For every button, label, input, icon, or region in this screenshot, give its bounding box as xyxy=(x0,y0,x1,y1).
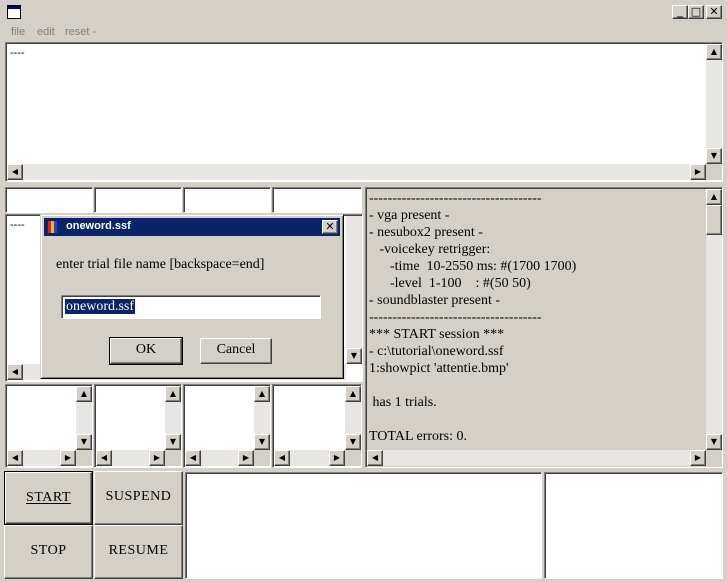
small-memo-1-vscroll[interactable]: ▲ ▼ xyxy=(76,386,92,450)
maximize-button[interactable]: □ xyxy=(688,5,704,19)
scroll-left-icon[interactable]: ◀ xyxy=(367,450,383,466)
scroll-corner xyxy=(254,450,270,466)
ok-button[interactable]: OK xyxy=(110,338,182,364)
scroll-right-icon[interactable]: ▶ xyxy=(238,450,254,466)
scroll-right-icon[interactable]: ▶ xyxy=(60,450,76,466)
left-memo-text: ---- xyxy=(10,219,25,231)
top-vertical-scrollbar[interactable]: ▲ ▼ xyxy=(706,44,722,164)
small-memo-2[interactable]: ▲ ▼ ◀ ▶ xyxy=(94,384,182,468)
small-memo-1-hscroll[interactable]: ◀ ▶ xyxy=(7,450,76,466)
log-scroll-thumb[interactable] xyxy=(706,205,722,235)
dialog-title: oneword.ssf xyxy=(66,220,131,232)
small-memo-4-hscroll[interactable]: ◀ ▶ xyxy=(274,450,345,466)
scroll-right-icon[interactable]: ▶ xyxy=(690,450,706,466)
title-bar: _ □ ✕ xyxy=(0,0,727,24)
edit-field-2[interactable] xyxy=(94,187,182,213)
left-memo-vscroll[interactable]: ▼ xyxy=(346,216,362,364)
session-log-text: ------------------------------------- - … xyxy=(369,191,577,444)
scroll-right-icon[interactable]: ▶ xyxy=(329,450,345,466)
display-panel-2 xyxy=(544,472,723,579)
resume-button-label: RESUME xyxy=(108,543,169,558)
dialog-close-button[interactable]: ✕ xyxy=(322,220,338,234)
scroll-down-icon[interactable]: ▼ xyxy=(345,434,361,450)
close-button[interactable]: ✕ xyxy=(706,5,722,19)
cancel-button-label: Cancel xyxy=(216,342,256,357)
stop-button[interactable]: STOP xyxy=(4,525,93,579)
display-panel-1 xyxy=(185,472,542,579)
trial-file-input-value: oneword.ssf xyxy=(65,299,136,314)
app-window-icon xyxy=(7,5,21,19)
scroll-up-icon[interactable]: ▲ xyxy=(706,189,722,205)
scroll-up-icon[interactable]: ▲ xyxy=(706,44,722,60)
scroll-down-icon[interactable]: ▼ xyxy=(706,148,722,164)
scroll-down-icon[interactable]: ▼ xyxy=(165,434,181,450)
log-horizontal-scrollbar[interactable]: ◀ ▶ xyxy=(367,450,706,466)
suspend-button-label: SUSPEND xyxy=(105,489,172,504)
scroll-left-icon[interactable]: ◀ xyxy=(274,450,290,466)
scroll-corner xyxy=(706,450,722,466)
menu-bar: file edit reset - xyxy=(0,24,727,42)
ok-button-label: OK xyxy=(135,342,157,357)
minimize-button[interactable]: _ xyxy=(672,5,688,19)
session-log-memo[interactable]: ------------------------------------- - … xyxy=(365,187,723,468)
scroll-down-icon[interactable]: ▼ xyxy=(254,434,270,450)
start-button[interactable]: START xyxy=(5,472,92,524)
scroll-down-icon[interactable]: ▼ xyxy=(706,434,722,450)
small-memo-3[interactable]: ▲ ▼ ◀ ▶ xyxy=(183,384,271,468)
scroll-up-icon[interactable]: ▲ xyxy=(345,386,361,402)
scroll-corner xyxy=(76,450,92,466)
small-memo-1[interactable]: ▲ ▼ ◀ ▶ xyxy=(5,384,93,468)
scroll-right-icon[interactable]: ▶ xyxy=(149,450,165,466)
menu-reset[interactable]: reset - xyxy=(65,26,96,38)
ok-button-frame[interactable]: OK xyxy=(109,337,183,365)
edit-field-4[interactable] xyxy=(272,187,362,213)
scroll-down-icon[interactable]: ▼ xyxy=(76,434,92,450)
small-memo-3-vscroll[interactable]: ▲ ▼ xyxy=(254,386,270,450)
dialog-prompt: enter trial file name [backspace=end] xyxy=(56,257,265,272)
dialog-title-bar: oneword.ssf ✕ xyxy=(44,218,340,236)
scroll-left-icon[interactable]: ◀ xyxy=(96,450,112,466)
stop-button-label: STOP xyxy=(30,543,67,558)
scroll-corner xyxy=(345,450,361,466)
cancel-button[interactable]: Cancel xyxy=(200,338,272,364)
scroll-right-icon[interactable]: ▶ xyxy=(690,164,706,180)
top-horizontal-scrollbar[interactable]: ◀ ▶ xyxy=(7,164,706,180)
menu-file[interactable]: file xyxy=(11,26,25,38)
top-output-memo[interactable]: ---- ▲ ▼ ◀ ▶ xyxy=(5,42,723,182)
dialog-app-icon xyxy=(46,220,60,234)
small-memo-3-hscroll[interactable]: ◀ ▶ xyxy=(185,450,254,466)
trial-file-dialog: oneword.ssf ✕ enter trial file name [bac… xyxy=(40,214,344,379)
small-memo-2-vscroll[interactable]: ▲ ▼ xyxy=(165,386,181,450)
small-memo-4[interactable]: ▲ ▼ ◀ ▶ xyxy=(272,384,362,468)
scroll-down-icon[interactable]: ▼ xyxy=(346,348,362,364)
top-output-text: ---- xyxy=(10,47,25,59)
scroll-left-icon[interactable]: ◀ xyxy=(7,364,23,380)
scroll-corner xyxy=(706,164,722,180)
edit-field-1[interactable] xyxy=(5,187,93,213)
scroll-up-icon[interactable]: ▲ xyxy=(254,386,270,402)
edit-field-3[interactable] xyxy=(183,187,271,213)
resume-button[interactable]: RESUME xyxy=(94,525,183,579)
suspend-button[interactable]: SUSPEND xyxy=(94,471,183,525)
scroll-left-icon[interactable]: ◀ xyxy=(7,450,23,466)
scroll-corner xyxy=(165,450,181,466)
small-memo-4-vscroll[interactable]: ▲ ▼ xyxy=(345,386,361,450)
scroll-left-icon[interactable]: ◀ xyxy=(7,164,23,180)
scroll-up-icon[interactable]: ▲ xyxy=(76,386,92,402)
scroll-left-icon[interactable]: ◀ xyxy=(185,450,201,466)
start-button-frame[interactable]: START xyxy=(4,471,93,525)
menu-edit[interactable]: edit xyxy=(37,26,55,38)
scroll-up-icon[interactable]: ▲ xyxy=(165,386,181,402)
trial-file-input[interactable]: oneword.ssf xyxy=(61,295,321,319)
small-memo-2-hscroll[interactable]: ◀ ▶ xyxy=(96,450,165,466)
log-vertical-scrollbar[interactable]: ▲ ▼ xyxy=(706,189,722,450)
start-button-label: START xyxy=(26,490,71,505)
